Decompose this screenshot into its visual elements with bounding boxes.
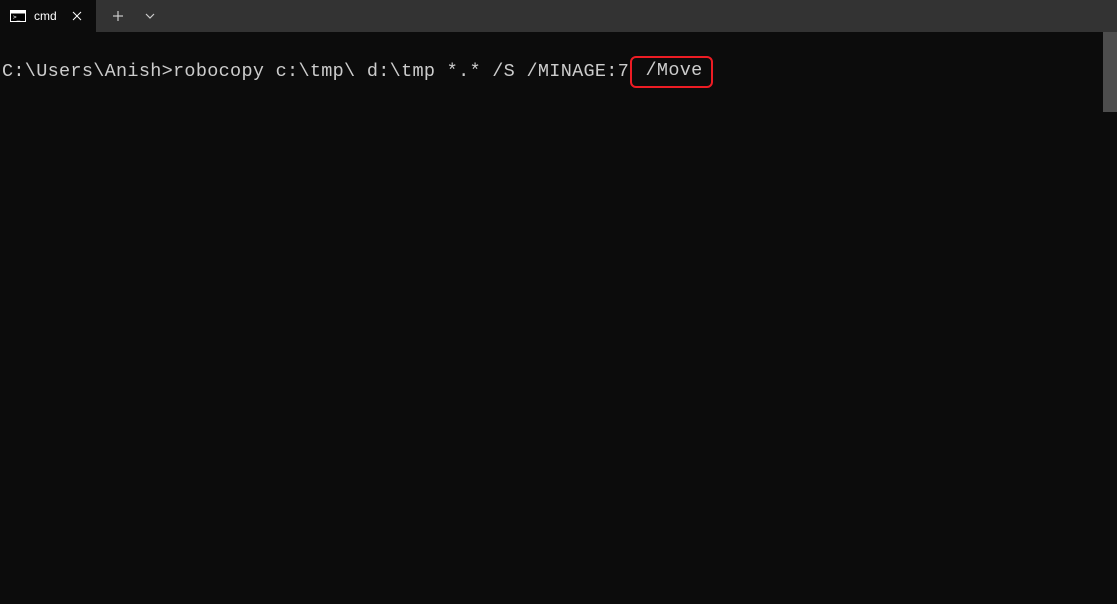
svg-text:>_: >_ bbox=[13, 14, 21, 21]
terminal-area[interactable]: C:\Users\Anish>robocopy c:\tmp\ d:\tmp *… bbox=[0, 32, 1117, 604]
new-tab-button[interactable] bbox=[102, 0, 134, 32]
title-bar-actions bbox=[96, 0, 172, 32]
highlighted-command: /Move bbox=[634, 60, 702, 81]
dropdown-button[interactable] bbox=[134, 0, 166, 32]
terminal-icon: >_ bbox=[10, 8, 26, 24]
highlight-box: /Move bbox=[630, 56, 712, 88]
scrollbar[interactable] bbox=[1103, 32, 1117, 112]
title-bar: >_ cmd bbox=[0, 0, 1117, 32]
terminal-line: C:\Users\Anish>robocopy c:\tmp\ d:\tmp *… bbox=[2, 56, 1115, 88]
tab-label: cmd bbox=[34, 9, 57, 23]
prompt: C:\Users\Anish> bbox=[2, 59, 173, 85]
command-text: robocopy c:\tmp\ d:\tmp *.* /S /MINAGE:7 bbox=[173, 59, 629, 85]
close-tab-button[interactable] bbox=[69, 8, 85, 24]
tab-cmd[interactable]: >_ cmd bbox=[0, 0, 96, 32]
